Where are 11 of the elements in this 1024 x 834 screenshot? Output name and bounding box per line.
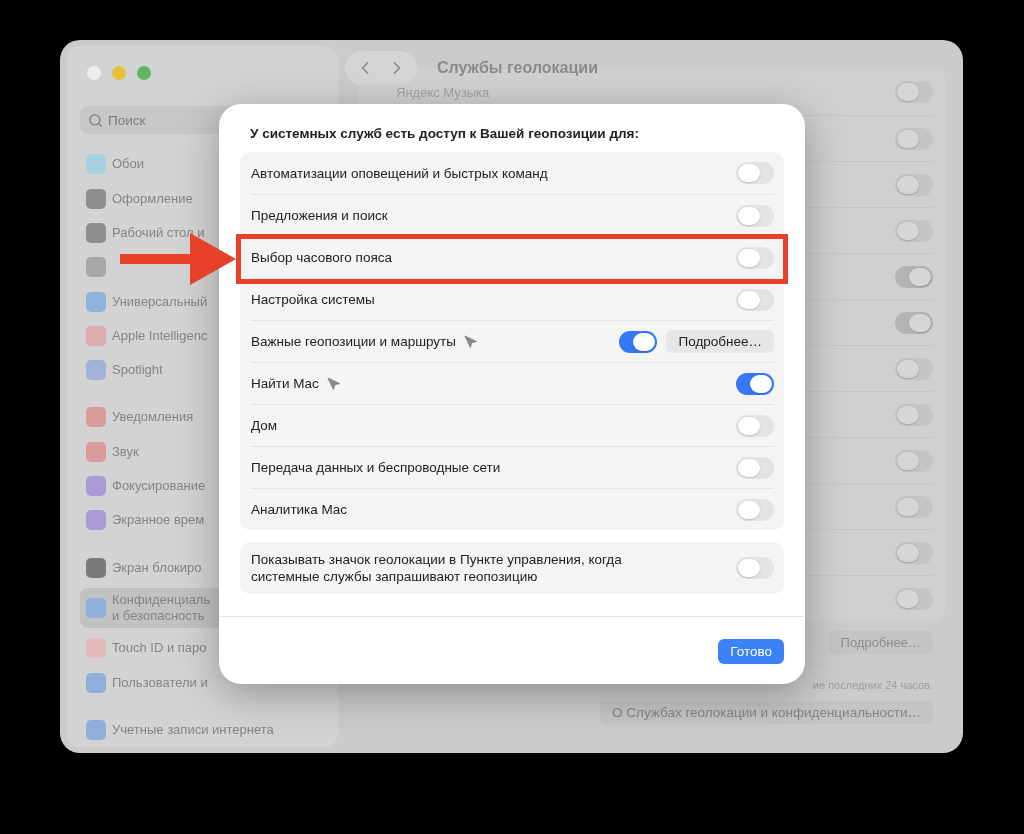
service-label: Предложения и поиск (251, 208, 388, 223)
service-label: Выбор часового пояса (251, 250, 392, 265)
option-label: Показывать значок геолокации в Пункте управления, когда системные службы запрашивают геопозицию (251, 551, 623, 585)
service-label: Передача данных и беспроводные сети (251, 460, 501, 475)
service-label: Найти Mac (251, 376, 319, 391)
service-label: Аналитика Mac (251, 502, 348, 517)
window-title: Службы геолокации (437, 59, 598, 77)
service-label: Настройка системы (251, 292, 375, 307)
service-label: Дом (251, 418, 278, 433)
service-label: Автоматизации оповещений и быстрых команд (251, 165, 548, 181)
service-label: Важные геопозиции и маршруты (251, 334, 456, 349)
